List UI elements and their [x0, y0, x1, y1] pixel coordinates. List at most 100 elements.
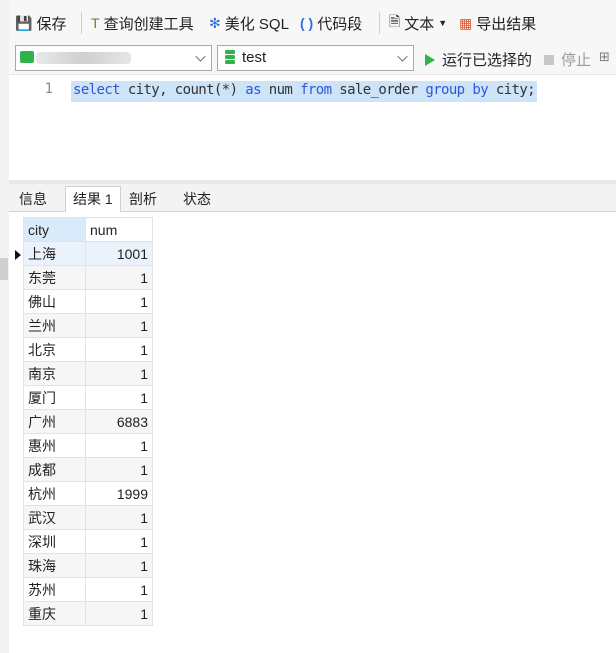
cell-city[interactable]: 南京 — [23, 361, 86, 386]
connection-select[interactable] — [15, 45, 212, 71]
table-row[interactable]: 佛山 1 — [23, 289, 153, 314]
column-header-num[interactable]: num — [85, 217, 153, 242]
cell-num[interactable]: 1 — [85, 385, 153, 410]
table-row[interactable]: 广州 6883 — [23, 409, 153, 434]
result-grid: city num 上海 1001 东莞 1 佛山 1 兰州 1 北京 1 南京 1 厦门 1 广州 6883 惠… — [9, 212, 616, 653]
chevron-down-icon — [397, 51, 408, 62]
cell-city[interactable]: 北京 — [23, 337, 86, 362]
left-gutter — [0, 0, 9, 653]
cell-city[interactable]: 东莞 — [23, 265, 86, 290]
cell-city[interactable]: 佛山 — [23, 289, 86, 314]
column-header-city[interactable]: city — [23, 217, 86, 242]
stop-button[interactable]: 停止 — [544, 49, 591, 70]
cell-city[interactable]: 兰州 — [23, 313, 86, 338]
toolbar: 💾 保存 T 查询创建工具 ✻ 美化 SQL ( ) 代码段 🗎 文本 ▼ ▦ 导出结果 — [9, 0, 616, 44]
table-row[interactable]: 深圳 1 — [23, 529, 153, 554]
tab-info[interactable]: 信息 — [11, 186, 55, 211]
document-icon: 🗎 — [389, 13, 401, 29]
cell-num[interactable]: 1 — [85, 457, 153, 482]
sql-keyword: by — [472, 82, 489, 98]
cell-city[interactable]: 杭州 — [23, 481, 86, 506]
table-row[interactable]: 北京 1 — [23, 337, 153, 362]
table-row[interactable]: 上海 1001 — [23, 241, 153, 266]
table-row[interactable]: 珠海 1 — [23, 553, 153, 578]
sql-keyword: select — [73, 82, 121, 98]
beautify-sql-button[interactable]: ✻ 美化 SQL — [209, 12, 289, 34]
cell-city[interactable]: 惠州 — [23, 433, 86, 458]
table-row[interactable]: 惠州 1 — [23, 433, 153, 458]
tab-status[interactable]: 状态 — [175, 186, 219, 211]
cell-num[interactable]: 1 — [85, 265, 153, 290]
code-snippet-button[interactable]: ( ) 代码段 — [300, 12, 362, 34]
cell-num[interactable]: 1 — [85, 361, 153, 386]
cell-num[interactable]: 1001 — [85, 241, 153, 266]
play-icon — [425, 53, 435, 66]
cell-num[interactable]: 1 — [85, 313, 153, 338]
table-row[interactable]: 重庆 1 — [23, 601, 153, 626]
save-button[interactable]: 💾 保存 — [15, 12, 66, 34]
explain-button[interactable]: ⊞ — [599, 49, 610, 65]
export-icon: ▦ — [459, 14, 473, 31]
cell-num[interactable]: 1 — [85, 289, 153, 314]
dropdown-icon: ▼ — [438, 18, 448, 28]
table-row[interactable]: 武汉 1 — [23, 505, 153, 530]
tab-profile[interactable]: 剖析 — [121, 186, 165, 211]
table-row[interactable]: 厦门 1 — [23, 385, 153, 410]
chevron-down-icon — [195, 51, 206, 62]
save-icon: 💾 — [15, 14, 33, 31]
sql-text: city, count(*) — [119, 82, 246, 98]
cell-city[interactable]: 成都 — [23, 457, 86, 482]
cell-city[interactable]: 深圳 — [23, 529, 86, 554]
cell-city[interactable]: 厦门 — [23, 385, 86, 410]
sql-text: city; — [488, 82, 536, 98]
toolbar-divider — [379, 12, 380, 34]
table-row[interactable]: 成都 1 — [23, 457, 153, 482]
cell-num[interactable]: 1 — [85, 601, 153, 626]
explain-icon: ⊞ — [599, 49, 610, 64]
sql-keyword: group — [425, 82, 465, 98]
line-number: 1 — [44, 81, 53, 97]
cell-num[interactable]: 1 — [85, 505, 153, 530]
connection-icon — [20, 51, 34, 63]
table-row[interactable]: 东莞 1 — [23, 265, 153, 290]
text-mode-button[interactable]: 🗎 文本 ▼ — [389, 12, 447, 34]
sql-editor[interactable]: 1 select city, count(*) as num from sale… — [9, 74, 616, 181]
gutter-marker — [0, 258, 8, 280]
selector-row: test 运行已选择的 停止 ⊞ — [9, 44, 616, 74]
tab-result-1[interactable]: 结果 1 — [65, 186, 121, 213]
table-row[interactable]: 杭州 1999 — [23, 481, 153, 506]
cell-city[interactable]: 广州 — [23, 409, 86, 434]
cell-num[interactable]: 1 — [85, 337, 153, 362]
cell-num[interactable]: 1 — [85, 433, 153, 458]
cell-city[interactable]: 武汉 — [23, 505, 86, 530]
connection-name-redacted — [36, 52, 131, 64]
cell-num[interactable]: 1 — [85, 577, 153, 602]
parentheses-icon: ( ) — [300, 15, 314, 31]
toolbar-divider — [81, 12, 82, 34]
cell-city[interactable]: 珠海 — [23, 553, 86, 578]
run-selected-button[interactable]: 运行已选择的 — [425, 49, 532, 70]
sql-text: num — [260, 82, 301, 98]
export-result-button[interactable]: ▦ 导出结果 — [459, 12, 536, 34]
stop-icon — [544, 54, 554, 65]
table-row[interactable]: 兰州 1 — [23, 313, 153, 338]
table-row[interactable]: 苏州 1 — [23, 577, 153, 602]
current-row-indicator-icon — [15, 250, 21, 260]
result-table: city num 上海 1001 东莞 1 佛山 1 兰州 1 北京 1 南京 1 厦门 1 广州 6883 惠… — [23, 217, 153, 626]
cell-city[interactable]: 重庆 — [23, 601, 86, 626]
hammer-icon: T — [91, 15, 100, 31]
query-builder-button[interactable]: T 查询创建工具 — [91, 12, 194, 34]
cell-city[interactable]: 苏州 — [23, 577, 86, 602]
cell-num[interactable]: 1 — [85, 553, 153, 578]
cell-num[interactable]: 1 — [85, 529, 153, 554]
cell-city[interactable]: 上海 — [23, 241, 86, 266]
sql-code-line[interactable]: select city, count(*) as num from sale_o… — [71, 81, 538, 102]
database-select[interactable]: test — [217, 45, 414, 71]
sql-text: sale_order — [331, 82, 426, 98]
cell-num[interactable]: 1999 — [85, 481, 153, 506]
table-row[interactable]: 南京 1 — [23, 361, 153, 386]
sql-keyword: as — [245, 82, 261, 98]
cell-num[interactable]: 6883 — [85, 409, 153, 434]
magic-wand-icon: ✻ — [209, 14, 221, 31]
result-tabs: 信息 结果 1 剖析 状态 — [9, 184, 616, 213]
